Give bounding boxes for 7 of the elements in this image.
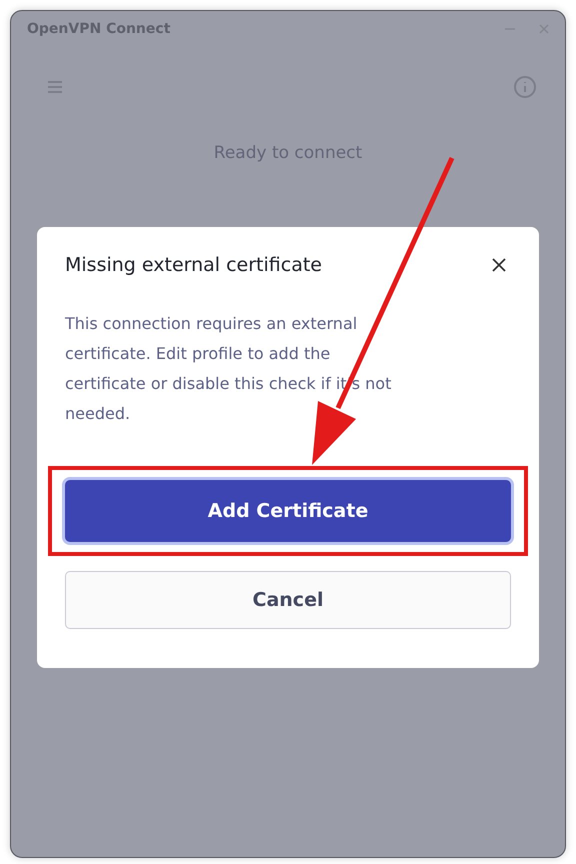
window-title: OpenVPN Connect [27, 21, 172, 37]
add-certificate-button[interactable]: Add Certificate [65, 480, 511, 542]
dialog-title: Missing external certificate [65, 253, 322, 277]
close-icon [491, 257, 507, 273]
info-icon [513, 75, 537, 99]
cancel-button[interactable]: Cancel [65, 571, 511, 629]
close-icon[interactable] [537, 22, 551, 36]
